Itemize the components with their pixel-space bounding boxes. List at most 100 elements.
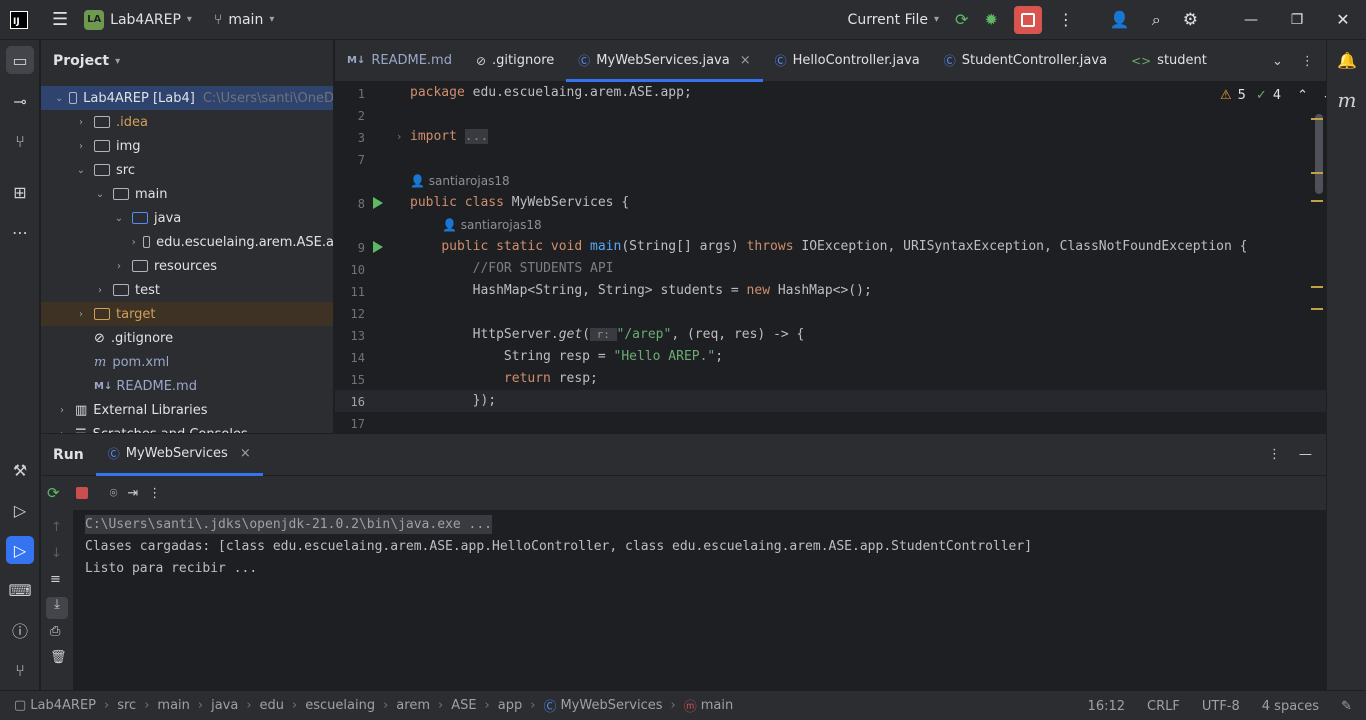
breadcrumb-item[interactable]: src bbox=[117, 698, 136, 713]
console-output[interactable]: C:\Users\santi\.jdks\openjdk-21.0.2\bin\… bbox=[73, 510, 1326, 690]
tree-item[interactable]: ⌄ src bbox=[41, 158, 333, 182]
run-config-selector[interactable]: Current File ▾ bbox=[840, 0, 948, 40]
chevron-right-icon[interactable]: › bbox=[74, 309, 88, 320]
rerun-icon[interactable]: ⟳ bbox=[47, 484, 60, 502]
warning-stripe-marker[interactable] bbox=[1311, 118, 1323, 120]
project-switcher[interactable]: LA Lab4AREP ▾ bbox=[76, 0, 200, 40]
clear-trash-icon[interactable]: 🗑 bbox=[50, 650, 67, 665]
tree-item[interactable]: › edu.escuelaing.arem.ASE.a bbox=[41, 230, 333, 254]
project-panel-header[interactable]: Project ▾ bbox=[41, 40, 333, 82]
tree-item[interactable]: › ☰ Scratches and Consoles bbox=[41, 422, 333, 434]
search-icon[interactable]: ⌕ bbox=[1144, 0, 1169, 40]
tree-item[interactable]: ⊘ .gitignore bbox=[41, 326, 333, 350]
run-class-gutter-icon[interactable] bbox=[373, 197, 383, 209]
add-user-icon[interactable]: 👤 bbox=[1102, 0, 1138, 40]
git-icon[interactable]: ⑂ bbox=[6, 656, 34, 684]
chevron-down-icon[interactable]: ⌄ bbox=[1322, 88, 1326, 103]
commit-tool-icon[interactable]: ⊸ bbox=[6, 87, 34, 115]
chevron-down-icon[interactable]: ⌄ bbox=[74, 165, 88, 176]
tree-item[interactable]: ⌄ java bbox=[41, 206, 333, 230]
editor-tab[interactable]: M↓ README.md bbox=[335, 40, 464, 82]
caret-position[interactable]: 16:12 bbox=[1088, 699, 1125, 714]
tree-item[interactable]: › img bbox=[41, 134, 333, 158]
run-main-gutter-icon[interactable] bbox=[373, 241, 383, 253]
inspection-widget[interactable]: ⚠ 5 ✓ 4 ⌃ ⌄ bbox=[1220, 88, 1326, 103]
structure-icon[interactable]: ⊞ bbox=[6, 178, 34, 206]
stop-button[interactable] bbox=[1006, 0, 1050, 40]
editor-more-icon[interactable]: ⋮ bbox=[1301, 54, 1314, 69]
breadcrumb-item[interactable]: java bbox=[211, 698, 238, 713]
chevron-right-icon[interactable]: › bbox=[74, 117, 88, 128]
run-toolbar-more-icon[interactable]: ⋮ bbox=[148, 486, 161, 501]
tree-item[interactable]: › resources bbox=[41, 254, 333, 278]
maven-icon[interactable]: m bbox=[1333, 86, 1361, 114]
editor-tab[interactable]: Ⓒ MyWebServices.java × bbox=[566, 40, 764, 82]
tree-item[interactable]: M↓ README.md bbox=[41, 374, 333, 398]
breadcrumb-item[interactable]: escuelaing bbox=[305, 698, 375, 713]
tree-item[interactable]: m pom.xml bbox=[41, 350, 333, 374]
warning-stripe-marker[interactable] bbox=[1311, 308, 1323, 310]
chevron-down-icon[interactable]: ⌄ bbox=[112, 213, 126, 224]
breadcrumb-item[interactable]: app bbox=[498, 698, 522, 713]
chevron-up-icon[interactable]: ⌃ bbox=[1297, 88, 1308, 103]
run-tool-icon[interactable]: ▷ bbox=[6, 536, 34, 564]
more-actions-icon[interactable]: ⋮ bbox=[1050, 0, 1082, 40]
chevron-right-icon[interactable]: › bbox=[93, 285, 107, 296]
main-menu-button[interactable]: ☰ bbox=[44, 0, 76, 40]
close-window-button[interactable]: ✕ bbox=[1320, 0, 1366, 40]
scroll-up-icon[interactable]: ↑ bbox=[51, 520, 62, 535]
print-icon[interactable]: ⎙ bbox=[50, 624, 60, 639]
breadcrumb-item[interactable]: ASE bbox=[451, 698, 476, 713]
run-tab[interactable]: Ⓒ MyWebServices × bbox=[95, 434, 263, 476]
chevron-right-icon[interactable]: › bbox=[131, 237, 137, 248]
services-icon[interactable]: ▷ bbox=[6, 496, 34, 524]
soft-wrap-icon[interactable]: ≡ bbox=[50, 572, 61, 587]
breadcrumb-item[interactable]: main bbox=[157, 698, 189, 713]
warning-stripe-marker[interactable] bbox=[1311, 200, 1323, 202]
file-encoding[interactable]: UTF-8 bbox=[1202, 699, 1240, 714]
minimize-window-button[interactable]: — bbox=[1228, 0, 1274, 40]
scroll-down-icon[interactable]: ↓ bbox=[51, 546, 62, 561]
read-only-toggle-icon[interactable]: ✎ bbox=[1341, 699, 1352, 714]
pull-requests-icon[interactable]: ⑂ bbox=[6, 127, 34, 155]
editor-tab[interactable]: Ⓒ HelloController.java bbox=[763, 40, 932, 82]
editor-tab[interactable]: Ⓒ StudentController.java bbox=[932, 40, 1119, 82]
exit-icon[interactable]: ⇥ bbox=[127, 486, 138, 501]
breadcrumb-item[interactable]: Lab4AREP bbox=[30, 698, 96, 713]
editor-tab[interactable]: <> student bbox=[1119, 40, 1219, 82]
problems-icon[interactable]: ⓘ bbox=[6, 616, 34, 644]
chevron-down-icon[interactable]: ⌄ bbox=[55, 93, 63, 104]
code-editor[interactable]: 1 package edu.escuelaing.arem.ASE.app; 2 3 i… bbox=[335, 82, 1326, 433]
chevron-down-icon[interactable]: ⌄ bbox=[93, 189, 107, 200]
warning-stripe-marker[interactable] bbox=[1311, 172, 1323, 174]
hide-panel-icon[interactable]: — bbox=[1299, 447, 1312, 462]
editor-scrollbar[interactable] bbox=[1315, 114, 1323, 194]
chevron-right-icon[interactable]: › bbox=[55, 405, 69, 416]
screenshot-icon[interactable]: ⌾ bbox=[110, 486, 118, 501]
breadcrumb-item[interactable]: edu bbox=[260, 698, 285, 713]
run-panel-more-icon[interactable]: ⋮ bbox=[1268, 447, 1281, 462]
chevron-right-icon[interactable]: › bbox=[55, 429, 69, 434]
chevron-right-icon[interactable]: › bbox=[74, 141, 88, 152]
tree-item[interactable]: › test bbox=[41, 278, 333, 302]
tree-item[interactable]: ⌄ Lab4AREP [Lab4] C:\Users\santi\OneD bbox=[41, 86, 333, 110]
line-separator[interactable]: CRLF bbox=[1147, 699, 1180, 714]
more-tools-icon[interactable]: ⋯ bbox=[6, 218, 34, 246]
tabs-dropdown-chevron-icon[interactable]: ⌄ bbox=[1272, 54, 1283, 69]
fold-chevron-icon[interactable]: › bbox=[397, 130, 401, 143]
debug-icon[interactable]: ✹ bbox=[976, 0, 1005, 40]
warning-stripe-marker[interactable] bbox=[1311, 286, 1323, 288]
tree-item[interactable]: ⌄ main bbox=[41, 182, 333, 206]
project-tool-icon[interactable]: ▭ bbox=[6, 46, 34, 74]
breadcrumb-item[interactable]: main bbox=[701, 698, 733, 713]
maximize-window-button[interactable]: ❐ bbox=[1274, 0, 1320, 40]
rerun-icon[interactable]: ⟳ bbox=[947, 0, 976, 40]
settings-gear-icon[interactable]: ⚙ bbox=[1175, 0, 1206, 40]
branch-switcher[interactable]: ⑂ main ▾ bbox=[206, 0, 282, 40]
close-tab-icon[interactable]: × bbox=[240, 446, 251, 461]
notifications-bell-icon[interactable]: 🔔 bbox=[1333, 46, 1361, 74]
tree-item[interactable]: › .idea bbox=[41, 110, 333, 134]
indent-setting[interactable]: 4 spaces bbox=[1262, 699, 1319, 714]
build-hammer-icon[interactable]: ⚒ bbox=[6, 456, 34, 484]
tree-item[interactable]: › ▥ External Libraries bbox=[41, 398, 333, 422]
